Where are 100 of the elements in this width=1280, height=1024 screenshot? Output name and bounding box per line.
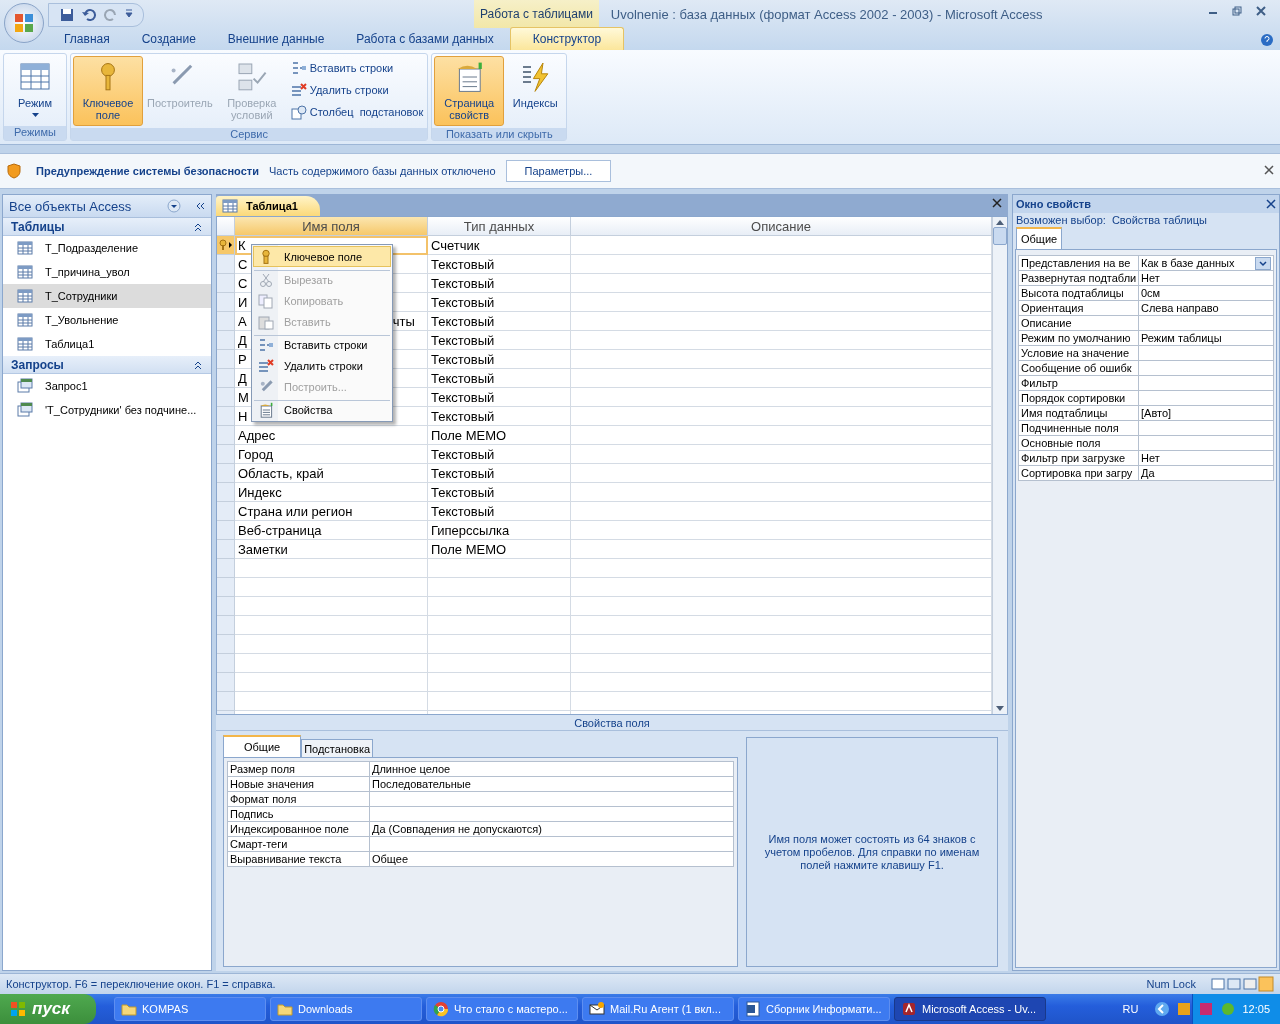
navigation-item[interactable]: Т_Увольнение <box>3 308 211 332</box>
field-name-cell[interactable]: Заметки <box>235 540 428 559</box>
property-value[interactable] <box>370 837 734 852</box>
data-type-cell[interactable]: Поле MEMO <box>428 540 571 559</box>
description-cell[interactable] <box>571 692 992 711</box>
data-type-cell[interactable]: Текстовый <box>428 293 571 312</box>
description-cell[interactable] <box>571 635 992 654</box>
data-type-cell[interactable]: Текстовый <box>428 255 571 274</box>
property-value[interactable]: Нет <box>1139 451 1274 466</box>
property-value[interactable]: 0см <box>1139 286 1274 301</box>
row-selector[interactable] <box>217 236 235 255</box>
ribbon-button[interactable]: Страница свойств <box>434 56 505 126</box>
property-value[interactable]: Да <box>1139 466 1274 481</box>
data-type-cell[interactable] <box>428 597 571 616</box>
navigation-item[interactable]: Запрос1 <box>3 374 211 398</box>
property-value[interactable]: Режим таблицы <box>1139 331 1274 346</box>
description-cell[interactable] <box>571 540 992 559</box>
property-value[interactable] <box>1139 376 1274 391</box>
description-cell[interactable] <box>571 388 992 407</box>
data-type-cell[interactable]: Поле MEMO <box>428 426 571 445</box>
description-cell[interactable] <box>571 274 992 293</box>
taskbar-button[interactable]: Что стало с мастеро... <box>426 997 578 1021</box>
description-cell[interactable] <box>571 369 992 388</box>
field-name-cell[interactable]: Страна или регион <box>235 502 428 521</box>
property-value[interactable]: Длинное целое <box>370 762 734 777</box>
taskbar-button[interactable]: Microsoft Access - Uv... <box>894 997 1046 1021</box>
description-cell[interactable] <box>571 445 992 464</box>
navigation-group-header[interactable]: Запросы <box>3 356 211 374</box>
property-value[interactable]: Нет <box>1139 271 1274 286</box>
taskbar-button[interactable]: Mail.Ru Агент (1 вкл... <box>582 997 734 1021</box>
field-name-cell[interactable] <box>235 578 428 597</box>
data-type-cell[interactable]: Текстовый <box>428 388 571 407</box>
description-cell[interactable] <box>571 483 992 502</box>
column-header[interactable]: Описание <box>571 217 992 236</box>
menu-item[interactable]: Удалить строки <box>253 355 391 376</box>
data-type-cell[interactable]: Гиперссылка <box>428 521 571 540</box>
property-value[interactable] <box>1139 316 1274 331</box>
select-all-corner[interactable] <box>217 217 235 236</box>
menu-item[interactable]: Свойства <box>253 399 391 420</box>
ribbon-button[interactable]: Вставить строки <box>288 58 426 78</box>
property-value[interactable]: Последовательные <box>370 777 734 792</box>
ribbon-button[interactable]: Столбец подстановок <box>288 102 426 122</box>
field-name-cell[interactable] <box>235 616 428 635</box>
property-value[interactable] <box>370 792 734 807</box>
ribbon-button[interactable]: Ключевое поле <box>73 56 143 126</box>
property-value[interactable]: [Авто] <box>1139 406 1274 421</box>
field-name-cell[interactable] <box>235 654 428 673</box>
dropdown-button[interactable] <box>1255 257 1271 270</box>
field-name-cell[interactable]: Веб-страница <box>235 521 428 540</box>
navigation-item[interactable]: 'Т_Сотрудники' без подчине... <box>3 398 211 422</box>
ribbon-tab[interactable]: Конструктор <box>509 27 625 50</box>
vertical-scrollbar[interactable] <box>992 217 1007 714</box>
navigation-item[interactable]: Таблица1 <box>3 332 211 356</box>
property-value[interactable]: Общее <box>370 852 734 867</box>
navigation-item[interactable]: Т_причина_увол <box>3 260 211 284</box>
description-cell[interactable] <box>571 578 992 597</box>
description-cell[interactable] <box>571 616 992 635</box>
properties-tab[interactable]: Подстановка <box>301 739 374 757</box>
ribbon-tab[interactable]: Работа с базами данных <box>340 28 510 50</box>
field-name-cell[interactable]: Город <box>235 445 428 464</box>
data-type-cell[interactable] <box>428 616 571 635</box>
description-cell[interactable] <box>571 426 992 445</box>
description-cell[interactable] <box>571 559 992 578</box>
field-name-cell[interactable] <box>235 692 428 711</box>
document-tab[interactable]: Таблица1 <box>216 196 320 216</box>
navigation-group-header[interactable]: Таблицы <box>3 218 211 236</box>
description-cell[interactable] <box>571 331 992 350</box>
property-value[interactable] <box>370 807 734 822</box>
data-type-cell[interactable]: Текстовый <box>428 274 571 293</box>
data-type-cell[interactable] <box>428 654 571 673</box>
data-type-cell[interactable]: Текстовый <box>428 483 571 502</box>
navigation-item[interactable]: Т_Сотрудники <box>3 284 211 308</box>
office-button[interactable] <box>4 3 44 43</box>
data-type-cell[interactable]: Текстовый <box>428 407 571 426</box>
language-indicator[interactable]: RU <box>1122 1003 1139 1015</box>
menu-item[interactable]: Ключевое поле <box>253 246 391 267</box>
field-name-cell[interactable] <box>235 673 428 692</box>
ribbon-tab[interactable]: Создание <box>125 28 212 50</box>
description-cell[interactable] <box>571 502 992 521</box>
data-type-cell[interactable] <box>428 559 571 578</box>
ribbon-button[interactable]: Режим <box>6 56 64 124</box>
data-type-cell[interactable]: Текстовый <box>428 502 571 521</box>
description-cell[interactable] <box>571 464 992 483</box>
column-header[interactable]: Имя поля <box>235 217 428 236</box>
field-name-cell[interactable] <box>235 559 428 578</box>
data-type-cell[interactable] <box>428 673 571 692</box>
taskbar-button[interactable]: KOMPAS <box>114 997 266 1021</box>
description-cell[interactable] <box>571 293 992 312</box>
property-value[interactable]: Да (Совпадения не допускаются) <box>370 822 734 837</box>
data-type-cell[interactable]: Текстовый <box>428 369 571 388</box>
property-value[interactable] <box>1139 436 1274 451</box>
description-cell[interactable] <box>571 597 992 616</box>
navigation-item[interactable]: Т_Подразделение <box>3 236 211 260</box>
data-type-cell[interactable]: Текстовый <box>428 331 571 350</box>
property-value[interactable] <box>1139 421 1274 436</box>
data-type-cell[interactable]: Текстовый <box>428 445 571 464</box>
field-name-cell[interactable] <box>235 635 428 654</box>
scroll-thumb[interactable] <box>993 227 1007 245</box>
taskbar-button[interactable]: Downloads <box>270 997 422 1021</box>
ribbon-button[interactable]: Индексы <box>506 56 565 126</box>
